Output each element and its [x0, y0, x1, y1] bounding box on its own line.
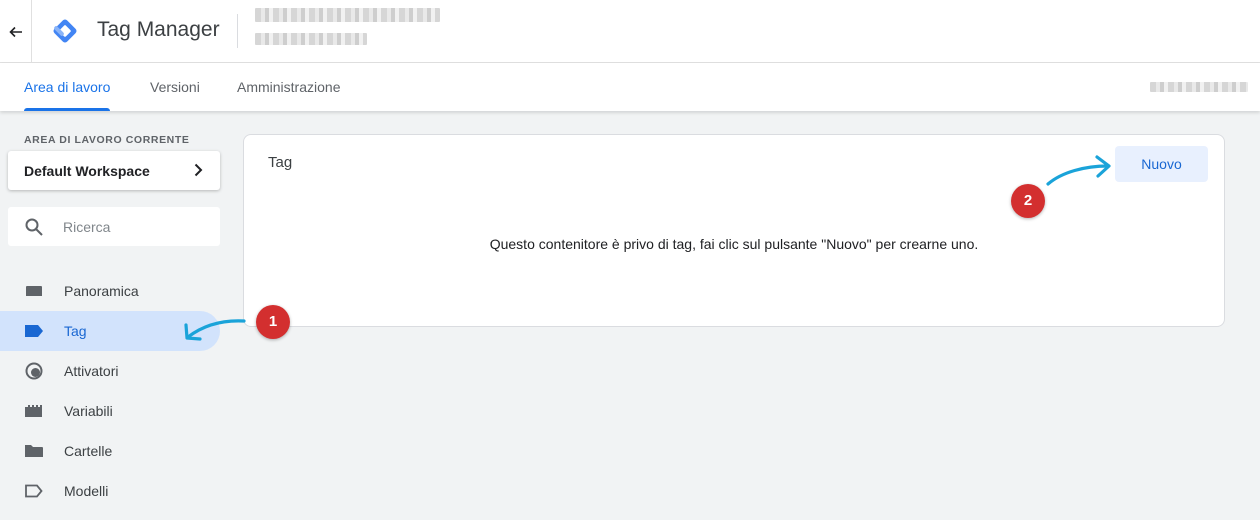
folder-icon	[25, 445, 43, 457]
sidebar-item-templates[interactable]: Modelli	[0, 471, 220, 511]
variables-icon	[25, 405, 42, 417]
search-icon	[25, 218, 43, 236]
tag-manager-logo[interactable]	[50, 16, 80, 46]
workspace-name: Default Workspace	[24, 163, 150, 179]
annotation-arrow-1	[184, 319, 246, 341]
new-tag-button[interactable]: Nuovo	[1115, 146, 1208, 182]
container-name-redacted[interactable]	[255, 33, 367, 45]
arrow-left-icon	[8, 26, 22, 37]
trigger-icon	[25, 362, 43, 380]
sidebar-item-label: Cartelle	[64, 443, 113, 459]
card-title: Tag	[268, 154, 293, 171]
sidebar-item-label: Attivatori	[64, 363, 119, 379]
sidebar-item-label: Variabili	[64, 403, 113, 419]
sidebar-item-folders[interactable]: Cartelle	[0, 431, 220, 471]
chevron-right-icon	[194, 163, 203, 177]
tab-workspace[interactable]: Area di lavoro	[24, 63, 111, 111]
app-title: Tag Manager	[97, 18, 220, 41]
tab-admin[interactable]: Amministrazione	[237, 63, 340, 111]
sidebar-item-label: Modelli	[64, 483, 109, 499]
main-nav-tabs: Area di lavoro Versioni Amministrazione	[0, 63, 1260, 111]
overview-icon	[26, 286, 42, 296]
sidebar-item-overview[interactable]: Panoramica	[0, 271, 220, 311]
top-app-bar: Tag Manager	[0, 0, 1260, 63]
empty-state-message: Questo contenitore è privo di tag, fai c…	[489, 236, 979, 252]
sidebar-item-label: Tag	[64, 323, 87, 339]
account-id-redacted	[1150, 82, 1248, 92]
account-name-redacted[interactable]	[255, 8, 440, 22]
sidebar-item-label: Panoramica	[64, 283, 139, 299]
sidebar-search	[8, 207, 220, 246]
sidebar-item-variables[interactable]: Variabili	[0, 391, 220, 431]
workspace-section-label: AREA DI LAVORO CORRENTE	[24, 134, 190, 146]
tab-versions[interactable]: Versioni	[150, 63, 200, 111]
template-icon	[25, 484, 43, 498]
back-button[interactable]	[0, 0, 32, 63]
annotation-badge-1: 1	[256, 305, 290, 339]
tag-icon	[25, 325, 43, 337]
workspace-selector[interactable]: Default Workspace	[8, 151, 220, 190]
search-input[interactable]	[63, 217, 213, 237]
header-divider	[237, 14, 238, 48]
annotation-arrow-2	[1046, 155, 1111, 186]
annotation-badge-2: 2	[1011, 184, 1045, 218]
sidebar-item-triggers[interactable]: Attivatori	[0, 351, 220, 391]
